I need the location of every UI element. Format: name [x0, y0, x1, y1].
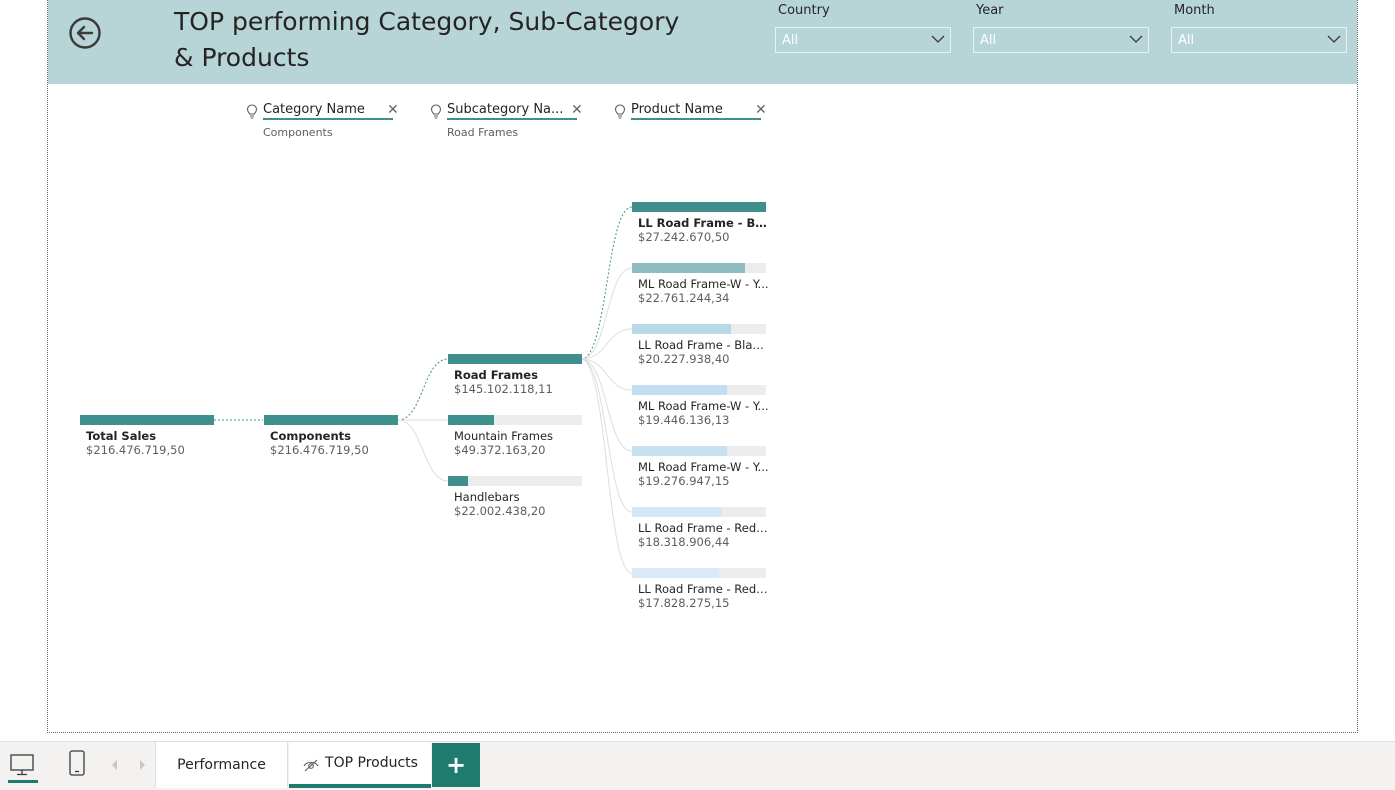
connector-roadframes-product-5	[580, 358, 633, 452]
node-bar-fill	[448, 415, 494, 425]
node-bar-fill	[632, 385, 727, 395]
page-tab-bar: Performance TOP Products +	[0, 741, 1395, 790]
chevron-left-icon[interactable]	[110, 759, 120, 771]
add-page-button[interactable]: +	[432, 743, 480, 787]
node-bar-fill	[264, 415, 398, 425]
node-value: $216.476.719,50	[86, 443, 185, 457]
connector-roadframes-product-7	[580, 358, 633, 574]
node-value: $20.227.938,40	[638, 352, 730, 366]
node-label: LL Road Frame - Black,...	[638, 338, 770, 352]
tree-connectors	[214, 206, 633, 574]
node-label: LL Road Frame - Red, 60	[638, 521, 770, 535]
report-canvas: TOP performing Category, Sub-Category & …	[47, 0, 1358, 733]
node-bar-fill	[632, 507, 722, 517]
node-label: ML Road Frame-W - Y...	[638, 399, 769, 413]
connector-category-handlebars	[397, 419, 449, 482]
node-label: ML Road Frame-W - Y...	[638, 277, 769, 291]
node-label: Mountain Frames	[454, 429, 554, 443]
connector-roadframes-product-1	[580, 206, 633, 360]
node-bar-fill	[632, 568, 719, 578]
connector-category-roadframes	[397, 358, 449, 421]
tab-performance[interactable]: Performance	[155, 742, 288, 788]
tab-top-products[interactable]: TOP Products	[289, 742, 431, 788]
connector-roadframes-product-6	[580, 358, 633, 513]
node-value: $216.476.719,50	[270, 443, 369, 457]
node-value: $145.102.118,11	[454, 382, 553, 396]
node-bar-fill	[632, 446, 727, 456]
chevron-right-icon[interactable]	[137, 759, 147, 771]
hidden-page-icon	[303, 759, 319, 772]
node-value: $22.761.244,34	[638, 291, 730, 305]
desktop-layout-icon[interactable]	[9, 752, 35, 778]
node-bar-fill	[632, 202, 766, 212]
node-bar-track	[448, 476, 582, 486]
node-label: Components	[270, 429, 351, 443]
node-label: LL Road Frame - Red, 44	[638, 582, 770, 596]
node-bar-fill	[448, 476, 468, 486]
tab-label: Performance	[177, 757, 266, 773]
node-label: ML Road Frame-W - Y...	[638, 460, 769, 474]
node-label: Total Sales	[86, 429, 157, 443]
node-value: $17.828.275,15	[638, 596, 730, 610]
node-value: $19.446.136,13	[638, 413, 730, 427]
node-value: $27.242.670,50	[638, 230, 730, 244]
node-value: $19.276.947,15	[638, 474, 730, 488]
tab-label: TOP Products	[325, 755, 418, 771]
node-label: LL Road Frame - Blac...	[638, 216, 770, 230]
node-value: $22.002.438,20	[454, 504, 546, 518]
connector-roadframes-product-2	[580, 267, 633, 360]
node-bar-fill	[632, 263, 745, 273]
node-label: Handlebars	[454, 490, 520, 504]
desktop-layout-active-indicator	[8, 780, 38, 783]
node-bar-fill	[80, 415, 214, 425]
node-value: $49.372.163,20	[454, 443, 546, 457]
mobile-layout-icon[interactable]	[66, 749, 88, 777]
node-bar-fill	[448, 354, 582, 364]
node-bar-fill	[632, 324, 731, 334]
node-value: $18.318.906,44	[638, 535, 730, 549]
node-label: Road Frames	[454, 368, 538, 382]
